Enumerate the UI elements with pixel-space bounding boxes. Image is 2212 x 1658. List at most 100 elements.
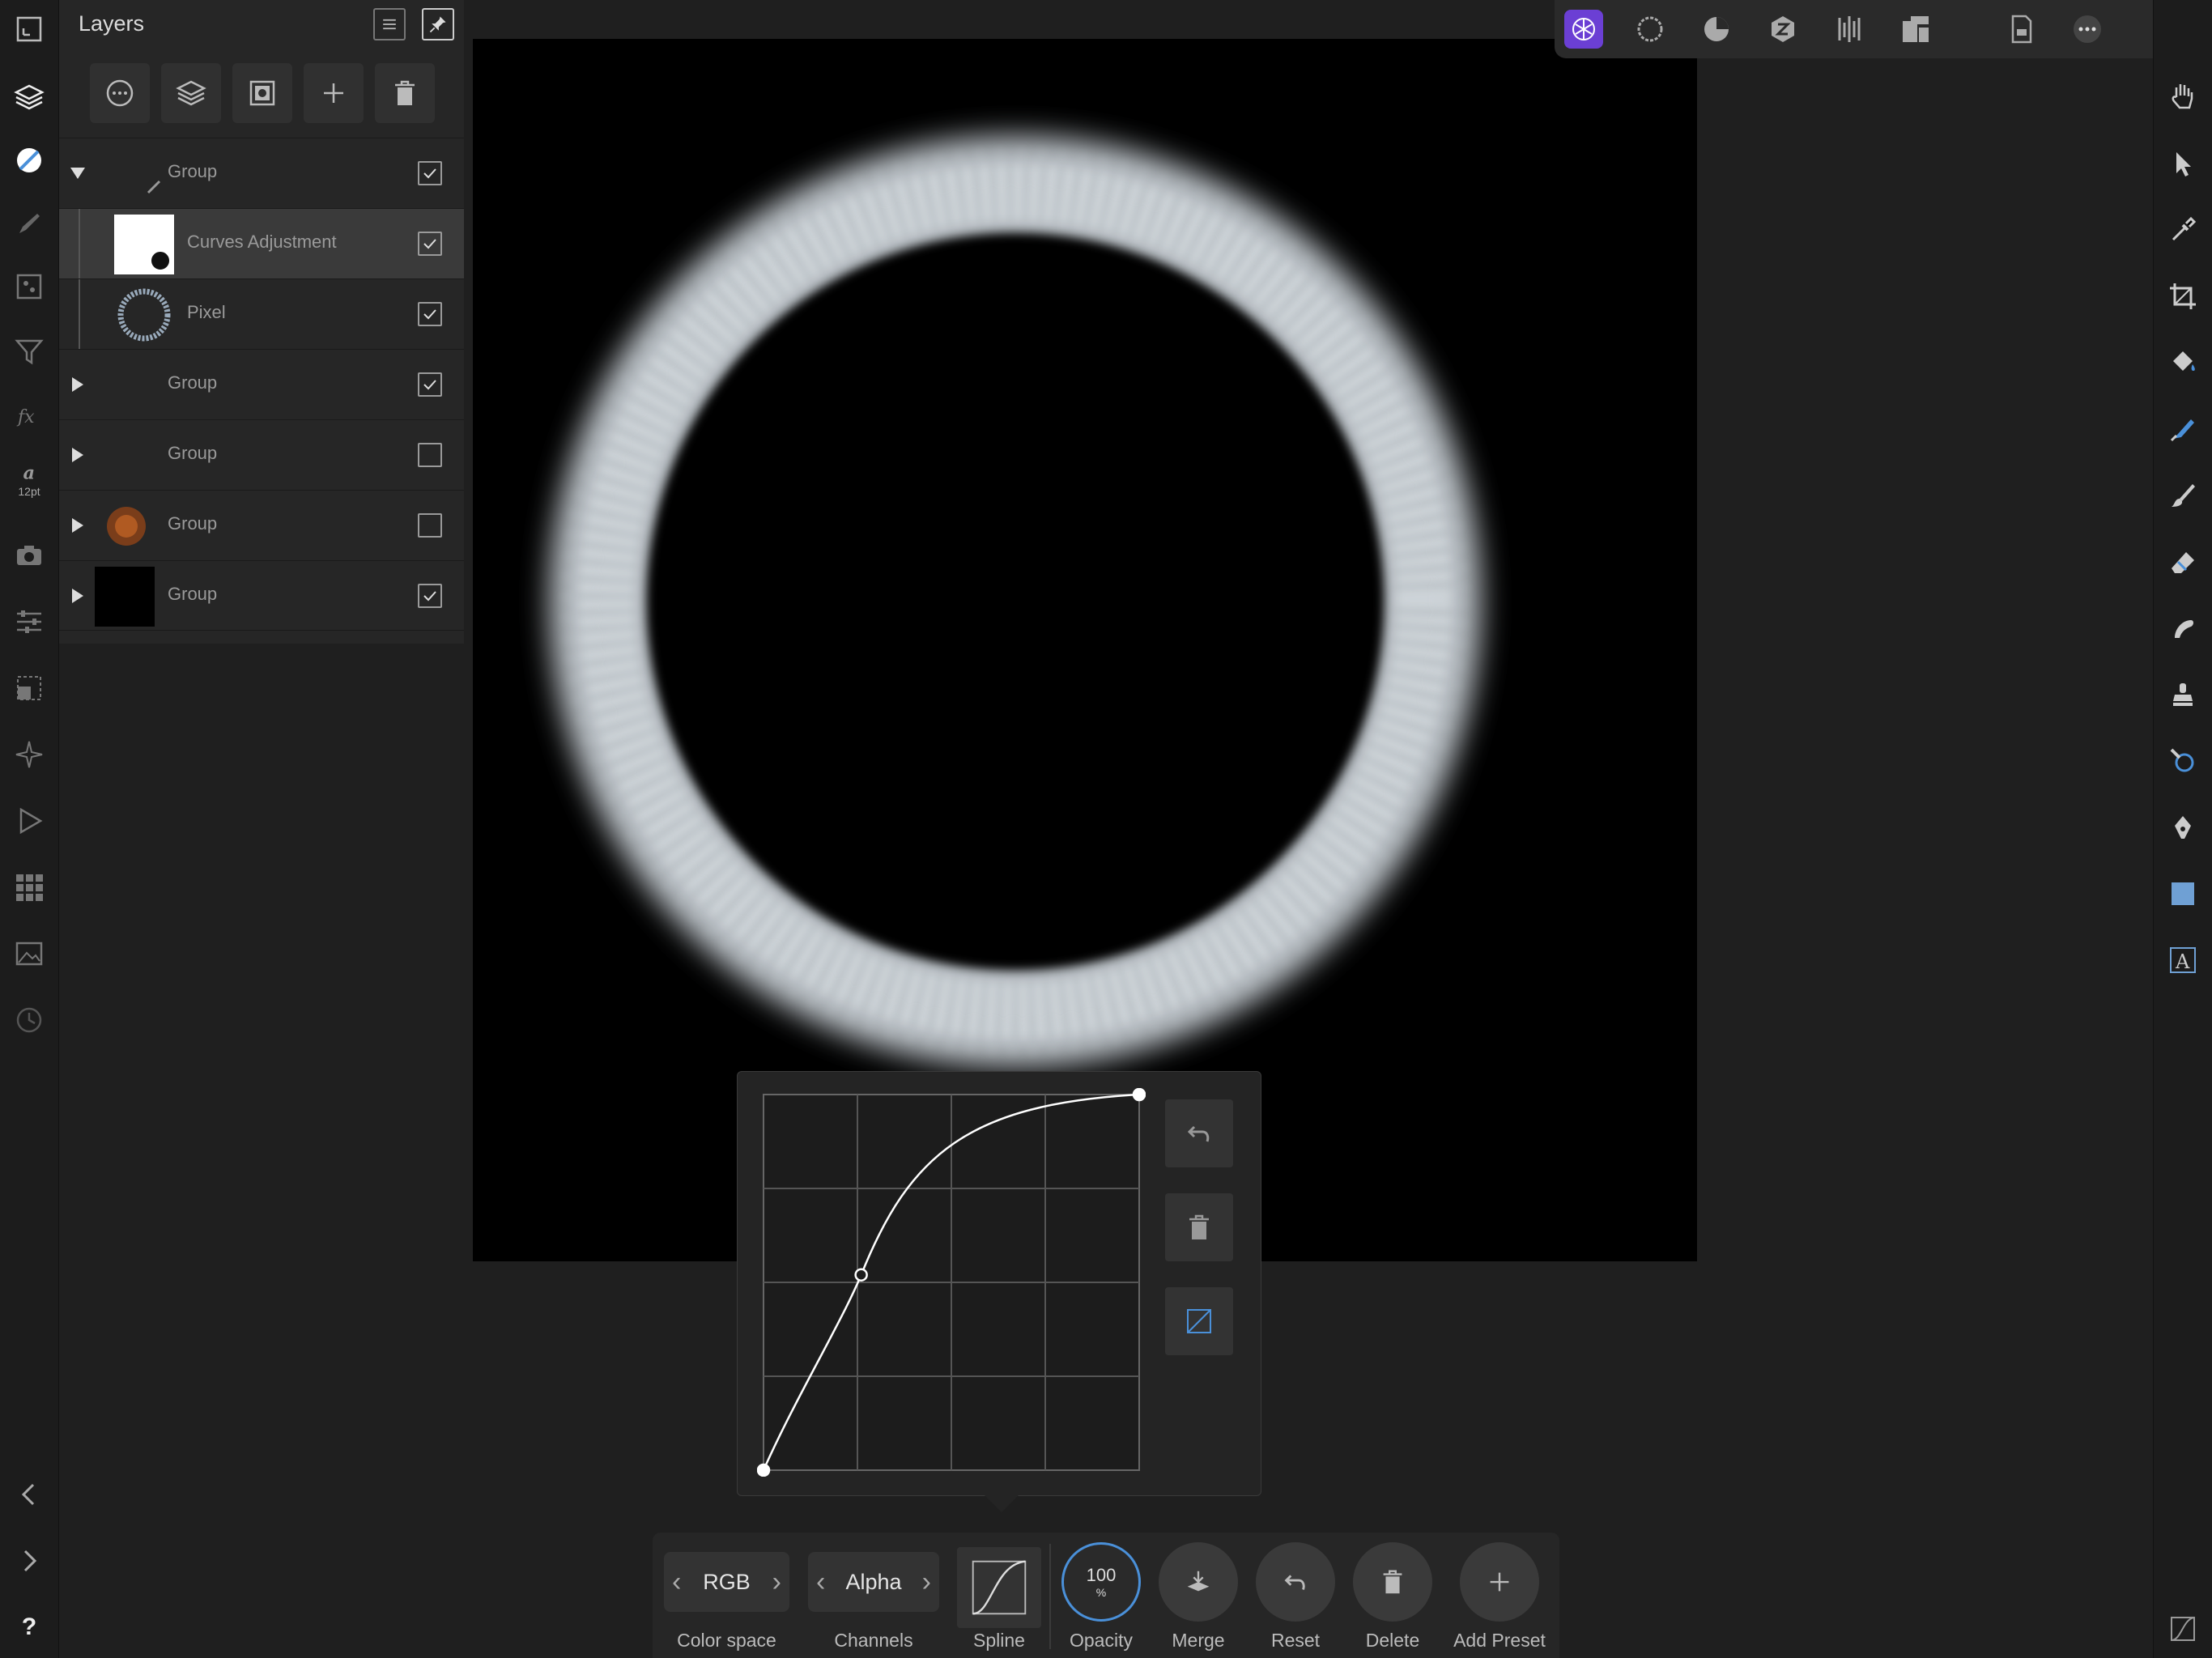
layer-visibility-checkbox[interactable] [418, 232, 442, 256]
layer-row-group-2[interactable]: Group [59, 349, 464, 419]
disclosure-triangle-collapsed[interactable] [72, 589, 83, 603]
curves-icon[interactable] [2162, 1608, 2204, 1650]
layer-visibility-checkbox[interactable] [418, 513, 442, 538]
layer-visibility-checkbox[interactable] [418, 443, 442, 467]
color-space-stepper[interactable]: ‹ RGB › [664, 1552, 789, 1612]
layer-visibility-checkbox[interactable] [418, 161, 442, 185]
disclosure-triangle-collapsed[interactable] [72, 448, 83, 462]
curve-control-point[interactable] [854, 1268, 868, 1282]
add-preset-label: Add Preset [1453, 1630, 1546, 1651]
text-style-icon[interactable]: a 12pt [8, 458, 50, 500]
selection-brush-icon[interactable] [2162, 408, 2204, 450]
delete-point-button[interactable] [1165, 1193, 1233, 1261]
layer-thumbnail [95, 567, 155, 627]
hand-tool-icon[interactable] [2162, 74, 2204, 117]
channels-label: Channels [834, 1630, 913, 1651]
child-indent-line [79, 209, 80, 279]
opacity-label: Opacity [1070, 1630, 1133, 1651]
layer-row-curves-adjustment[interactable]: Curves Adjustment [59, 208, 464, 279]
eraser-icon[interactable] [2162, 541, 2204, 583]
disclosure-triangle-expanded[interactable] [70, 168, 85, 179]
reset-curve-button[interactable] [1165, 1287, 1233, 1355]
spline-toggle-button[interactable] [957, 1547, 1041, 1628]
layer-row-group-4[interactable]: Group [59, 490, 464, 560]
layer-visibility-checkbox[interactable] [418, 302, 442, 326]
navigator-icon[interactable] [8, 733, 50, 776]
camera-icon[interactable] [8, 534, 50, 576]
tone-mapping-persona-icon[interactable] [1763, 10, 1802, 49]
chevron-left-icon[interactable]: ‹ [816, 1567, 825, 1598]
sliders-icon[interactable] [8, 601, 50, 643]
disclosure-triangle-collapsed[interactable] [72, 518, 83, 533]
clone-stamp-icon[interactable] [2162, 674, 2204, 716]
layer-name: Curves Adjustment [187, 232, 337, 252]
document-icon[interactable] [2001, 10, 2040, 49]
add-preset-button[interactable] [1460, 1542, 1539, 1622]
layers-icon[interactable] [8, 76, 50, 118]
fill-tool-icon[interactable] [2162, 342, 2204, 384]
reset-button[interactable] [1256, 1542, 1335, 1622]
dodge-burn-icon[interactable] [2162, 740, 2204, 782]
layer-row-group-1[interactable]: Group [59, 138, 464, 208]
curve-control-point[interactable] [757, 1463, 771, 1477]
studio-layout-icon[interactable] [1896, 10, 1935, 49]
transform-icon[interactable] [8, 667, 50, 709]
spline-label: Spline [973, 1630, 1025, 1651]
opacity-unit: % [1095, 1586, 1107, 1599]
develop-persona-icon[interactable] [1697, 10, 1736, 49]
brush-icon[interactable] [8, 202, 50, 244]
help-button[interactable]: ? [8, 1606, 50, 1648]
chevron-right-icon[interactable] [8, 1540, 50, 1582]
chevron-left-icon[interactable] [8, 1473, 50, 1516]
undo-curve-button[interactable] [1165, 1099, 1233, 1167]
paint-brush-icon[interactable] [2162, 474, 2204, 517]
crop-tool-icon[interactable] [2162, 275, 2204, 317]
move-tool-icon[interactable] [2162, 142, 2204, 185]
smudge-icon[interactable] [2162, 607, 2204, 649]
photo-persona-icon[interactable] [1564, 10, 1603, 49]
layer-row-pixel[interactable]: Pixel [59, 278, 464, 350]
layers-panel-title: Layers [79, 11, 145, 36]
color-space-label: Color space [677, 1630, 776, 1651]
add-mask-button[interactable] [232, 63, 292, 123]
more-icon[interactable] [2068, 10, 2107, 49]
layer-options-button[interactable] [90, 63, 150, 123]
layer-visibility-checkbox[interactable] [418, 372, 442, 397]
child-indent-line [79, 279, 80, 350]
opacity-dial[interactable]: 100 % [1061, 1542, 1141, 1622]
fx-icon[interactable]: fx [8, 395, 50, 437]
layer-row-group-3[interactable]: Group [59, 419, 464, 490]
delete-layer-button[interactable] [375, 63, 435, 123]
chevron-right-icon[interactable]: › [922, 1567, 931, 1598]
svg-text:A: A [2175, 950, 2190, 973]
view-mode-icon[interactable] [8, 8, 50, 50]
chevron-left-icon[interactable]: ‹ [672, 1567, 681, 1598]
adjustments-icon[interactable] [8, 139, 50, 181]
delete-button[interactable] [1353, 1542, 1432, 1622]
panel-menu-icon[interactable] [373, 8, 406, 40]
liquify-persona-icon[interactable] [1631, 10, 1670, 49]
play-icon[interactable] [8, 800, 50, 842]
channels-stepper[interactable]: ‹ Alpha › [808, 1552, 939, 1612]
chevron-right-icon[interactable]: › [772, 1567, 781, 1598]
disclosure-triangle-collapsed[interactable] [72, 377, 83, 392]
eyedropper-tool-icon[interactable] [2162, 209, 2204, 251]
pin-panel-icon[interactable] [422, 8, 454, 40]
svg-text:a: a [23, 463, 36, 484]
pen-tool-icon[interactable] [2162, 806, 2204, 848]
text-tool-icon[interactable]: A [2162, 939, 2204, 981]
merge-button[interactable] [1159, 1542, 1238, 1622]
layer-stack-button[interactable] [161, 63, 221, 123]
add-layer-button[interactable] [304, 63, 364, 123]
curves-graph[interactable] [757, 1088, 1146, 1477]
history-icon[interactable] [8, 999, 50, 1041]
curve-control-point[interactable] [1132, 1088, 1146, 1102]
grid-icon[interactable] [8, 866, 50, 908]
layer-row-group-5[interactable]: Group [59, 560, 464, 631]
shape-tool-icon[interactable] [2162, 873, 2204, 915]
image-icon[interactable] [8, 933, 50, 975]
layer-visibility-checkbox[interactable] [418, 584, 442, 608]
export-persona-icon[interactable] [1830, 10, 1869, 49]
filter-icon[interactable] [8, 330, 50, 372]
channels-icon[interactable] [8, 266, 50, 308]
